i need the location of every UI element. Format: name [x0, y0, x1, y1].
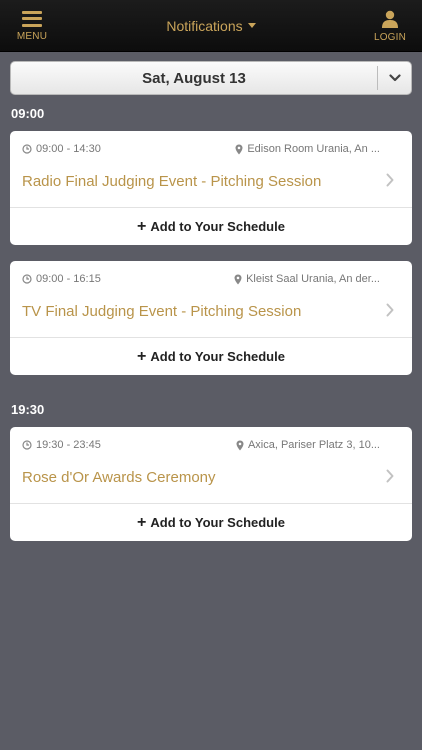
time-group-header: 19:30 [11, 402, 45, 417]
map-pin-icon [235, 144, 243, 154]
event-location-text: Axica, Pariser Platz 3, 10... [247, 439, 380, 451]
event-location: Edison Room Urania, An ... [235, 143, 380, 155]
selected-date: Sat, August 13 [142, 69, 246, 87]
clock-icon [22, 440, 32, 450]
plus-icon: + [137, 347, 147, 365]
notifications-dropdown[interactable]: Notifications [0, 0, 422, 52]
event-details-link[interactable]: 09:00 - 14:30 Edison Room Urania, An ...… [10, 131, 412, 207]
event-location-text: Kleist Saal Urania, An der... [246, 273, 380, 285]
event-time: 19:30 - 23:45 [22, 439, 101, 451]
time-group-header: 09:00 [11, 106, 45, 121]
add-to-schedule-label: Add to Your Schedule [150, 219, 285, 234]
login-button[interactable]: LOGIN [366, 0, 414, 52]
event-time-text: 09:00 - 14:30 [36, 143, 101, 155]
event-location: Kleist Saal Urania, An der... [234, 273, 380, 285]
event-title: Radio Final Judging Event - Pitching Ses… [22, 173, 322, 190]
date-dropdown-toggle[interactable] [378, 62, 412, 94]
add-to-schedule-button[interactable]: + Add to Your Schedule [10, 337, 412, 375]
event-time-text: 09:00 - 16:15 [36, 273, 101, 285]
event-details-link[interactable]: 19:30 - 23:45 Axica, Pariser Platz 3, 10… [10, 427, 412, 503]
event-card: 19:30 - 23:45 Axica, Pariser Platz 3, 10… [10, 427, 412, 541]
chevron-right-icon [386, 173, 394, 187]
event-time: 09:00 - 16:15 [22, 273, 101, 285]
add-to-schedule-label: Add to Your Schedule [150, 349, 285, 364]
event-card: 09:00 - 16:15 Kleist Saal Urania, An der… [10, 261, 412, 375]
plus-icon: + [137, 217, 147, 235]
add-to-schedule-button[interactable]: + Add to Your Schedule [10, 503, 412, 541]
plus-icon: + [137, 513, 147, 531]
chevron-right-icon [386, 303, 394, 317]
add-to-schedule-label: Add to Your Schedule [150, 515, 285, 530]
top-navigation-bar: MENU Notifications LOGIN [0, 0, 422, 52]
chevron-down-icon [389, 74, 401, 82]
event-location-text: Edison Room Urania, An ... [247, 143, 380, 155]
event-details-link[interactable]: 09:00 - 16:15 Kleist Saal Urania, An der… [10, 261, 412, 337]
event-title: TV Final Judging Event - Pitching Sessio… [22, 303, 302, 320]
event-time-text: 19:30 - 23:45 [36, 439, 101, 451]
page-title: Notifications [166, 18, 243, 34]
caret-down-icon [247, 22, 256, 28]
clock-icon [22, 274, 32, 284]
map-pin-icon [236, 440, 244, 450]
event-title: Rose d'Or Awards Ceremony [22, 469, 216, 486]
event-card: 09:00 - 14:30 Edison Room Urania, An ...… [10, 131, 412, 245]
login-label: LOGIN [373, 31, 407, 43]
date-selector[interactable]: Sat, August 13 [10, 61, 412, 95]
clock-icon [22, 144, 32, 154]
map-pin-icon [234, 274, 242, 284]
chevron-right-icon [386, 469, 394, 483]
add-to-schedule-button[interactable]: + Add to Your Schedule [10, 207, 412, 245]
event-time: 09:00 - 14:30 [22, 143, 101, 155]
user-icon [382, 10, 398, 28]
event-location: Axica, Pariser Platz 3, 10... [236, 439, 380, 451]
